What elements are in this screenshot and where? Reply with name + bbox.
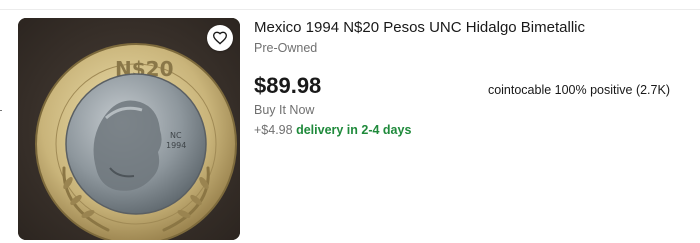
item-price: $89.98 (254, 73, 322, 98)
shipping-cost: +$4.98 (254, 123, 293, 137)
buying-format: Buy It Now (254, 103, 315, 117)
coin-mint-mark: NC (170, 131, 182, 140)
item-image[interactable]: N$20 NC 1994 (18, 18, 240, 240)
coin-photo: N$20 NC 1994 (18, 18, 240, 240)
watchlist-button[interactable] (207, 25, 233, 51)
shipping-info: +$4.98 delivery in 2-4 days (254, 123, 411, 137)
coin-year: 1994 (166, 141, 186, 150)
left-edge-marker (0, 110, 2, 111)
seller-info: cointocable 100% positive (2.7K) (487, 83, 670, 97)
listing-title[interactable]: Mexico 1994 N$20 Pesos UNC Hidalgo Bimet… (254, 19, 585, 36)
top-divider (0, 9, 700, 10)
delivery-estimate: delivery in 2-4 days (296, 123, 412, 137)
heart-icon (212, 31, 228, 45)
item-condition: Pre-Owned (254, 41, 318, 55)
